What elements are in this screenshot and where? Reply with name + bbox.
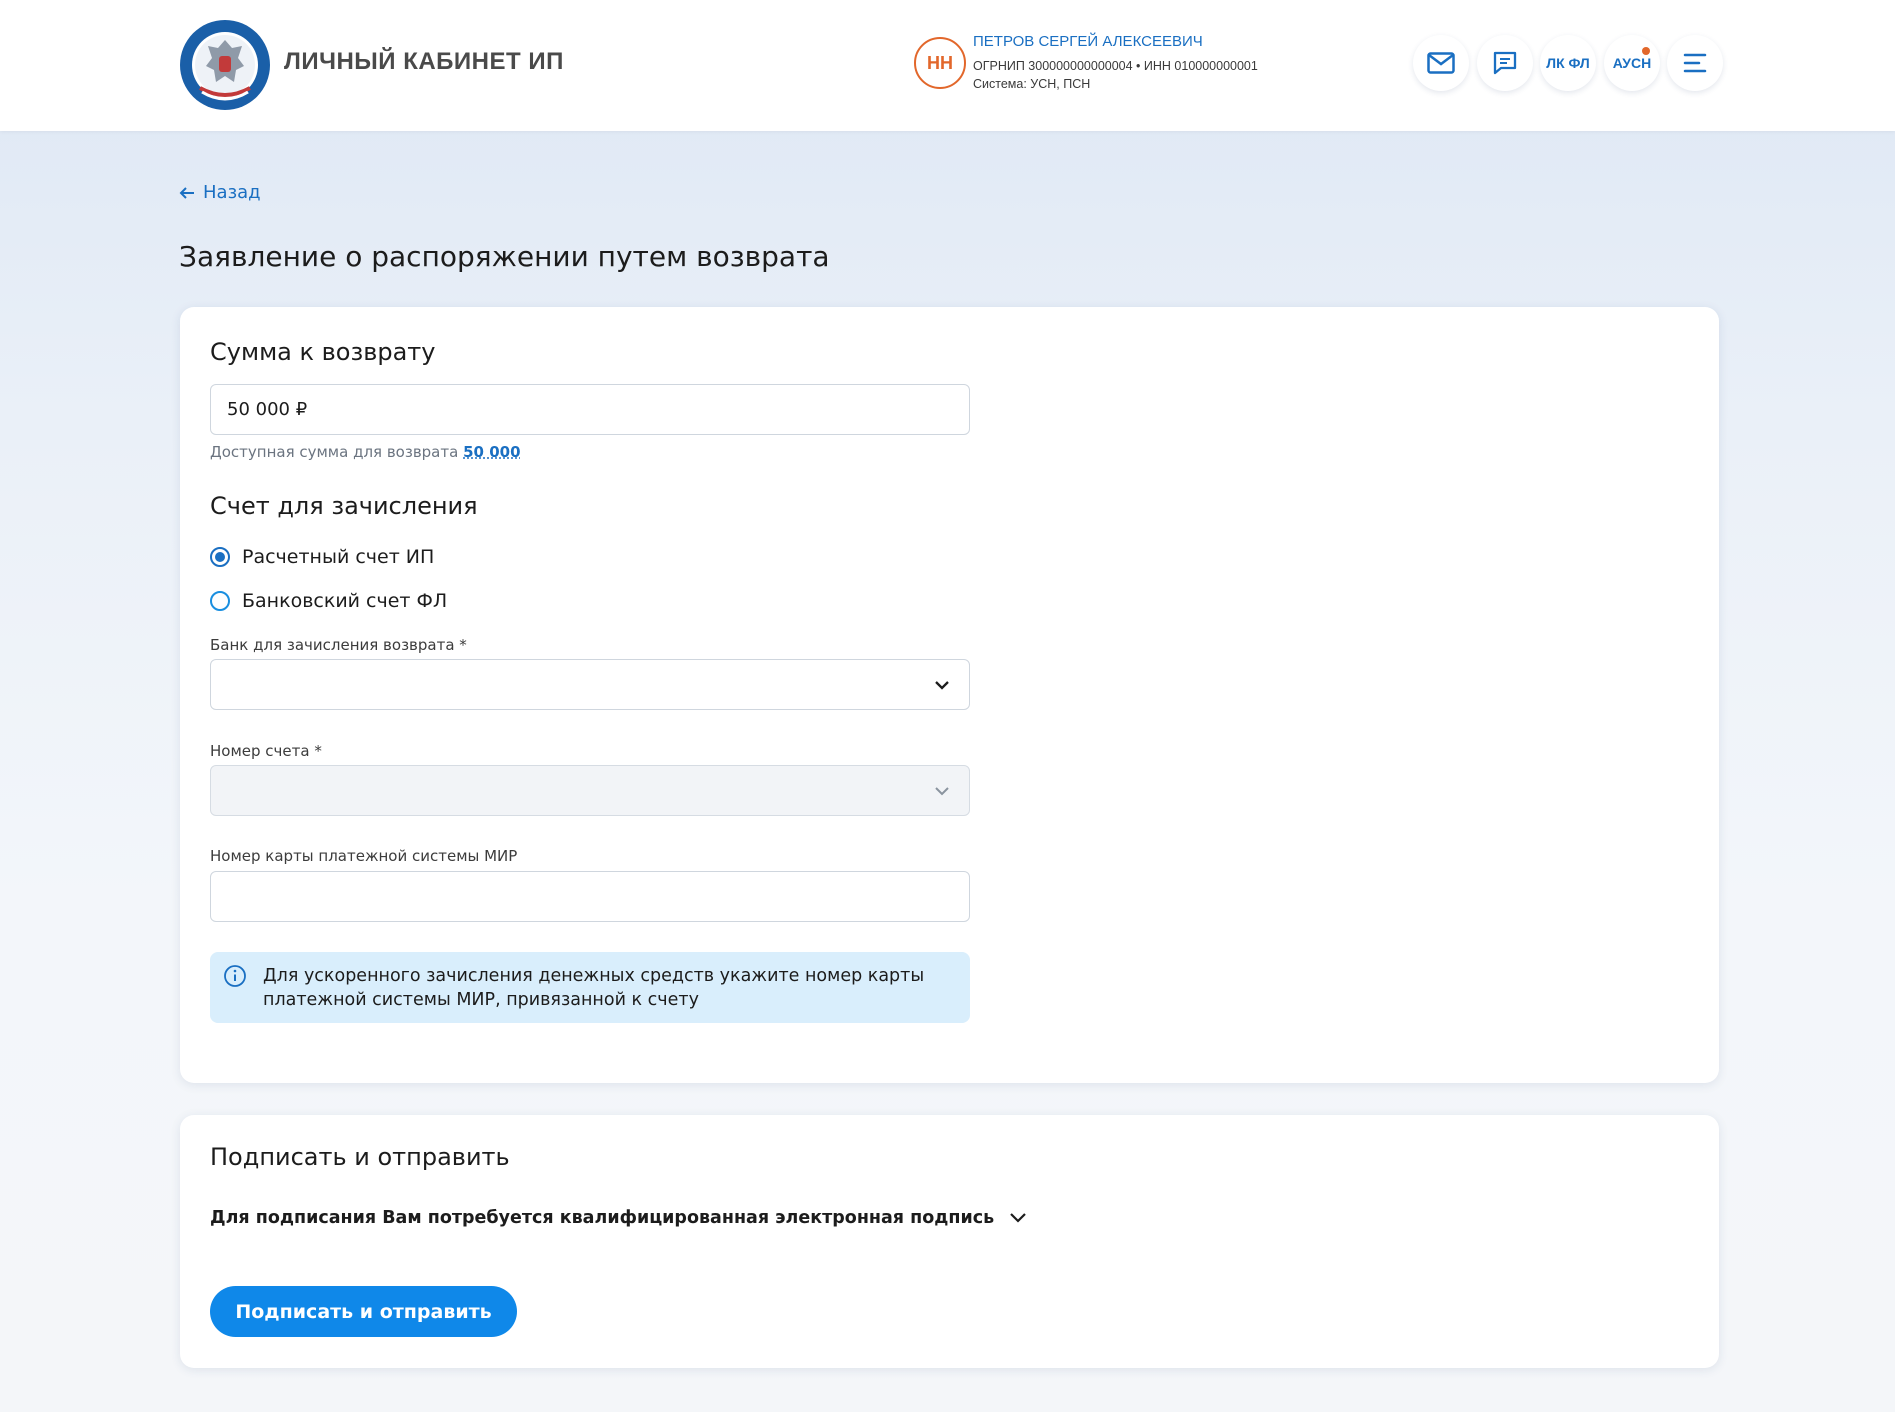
account-section-title: Счет для зачисления (210, 492, 478, 520)
info-notice: Для ускоренного зачисления денежных сред… (210, 952, 970, 1023)
back-link[interactable]: Назад (179, 182, 261, 203)
account-number-select[interactable] (210, 765, 970, 816)
refund-amount-input[interactable]: 50 000 ₽ (210, 384, 970, 435)
chevron-down-icon (1010, 1213, 1026, 1223)
signature-requirement-text: Для подписания Вам потребуется квалифици… (210, 1208, 995, 1228)
refund-amount-value: 50 000 ₽ (227, 399, 308, 420)
page-title: Заявление о распоряжении путем возврата (179, 240, 830, 273)
user-ids: ОГРНИП 300000000000004 • ИНН 01000000000… (973, 59, 1258, 73)
radio-option-fl-account[interactable]: Банковский счет ФЛ (210, 590, 447, 612)
sign-card: Подписать и отправить Для подписания Вам… (180, 1115, 1719, 1368)
back-label: Назад (203, 182, 261, 203)
info-icon (224, 965, 246, 987)
available-amount-label: Доступная сумма для возврата (210, 443, 459, 461)
user-system: Система: УСН, ПСН (973, 77, 1091, 91)
avatar[interactable]: НН (914, 37, 966, 89)
mail-icon (1427, 52, 1455, 74)
radio-option-ip-account[interactable]: Расчетный счет ИП (210, 546, 434, 568)
radio-unchecked-icon (210, 591, 230, 611)
user-name[interactable]: ПЕТРОВ СЕРГЕЙ АЛЕКСЕЕВИЧ (973, 33, 1203, 50)
bank-label: Банк для зачисления возврата * (210, 636, 467, 654)
chat-icon (1493, 51, 1517, 75)
mir-card-input[interactable] (210, 871, 970, 922)
refund-form-card: Сумма к возврату 50 000 ₽ Доступная сумм… (180, 307, 1719, 1083)
account-number-label: Номер счета * (210, 742, 322, 760)
fns-logo[interactable] (178, 18, 272, 112)
chat-button[interactable] (1477, 35, 1533, 91)
mail-button[interactable] (1413, 35, 1469, 91)
radio-label: Банковский счет ФЛ (242, 590, 448, 612)
bank-select[interactable] (210, 659, 970, 710)
signature-requirement-toggle[interactable]: Для подписания Вам потребуется квалифици… (210, 1208, 1028, 1228)
arrow-left-icon (179, 186, 194, 199)
menu-icon (1683, 53, 1707, 73)
available-amount-hint: Доступная сумма для возврата 50 000 (210, 443, 521, 461)
ausn-button[interactable]: АУСН (1604, 35, 1660, 91)
radio-checked-icon (210, 547, 230, 567)
radio-label: Расчетный счет ИП (242, 546, 435, 568)
sign-section-title: Подписать и отправить (210, 1143, 510, 1171)
lk-fl-button[interactable]: ЛК ФЛ (1540, 35, 1596, 91)
chevron-down-icon (935, 787, 949, 796)
refund-amount-title: Сумма к возврату (210, 338, 436, 366)
chevron-down-icon (935, 681, 949, 690)
notification-dot (1642, 47, 1650, 55)
sign-and-send-button[interactable]: Подписать и отправить (210, 1286, 517, 1337)
ausn-label: АУСН (1612, 55, 1652, 71)
menu-button[interactable] (1667, 35, 1723, 91)
available-amount-link[interactable]: 50 000 (463, 443, 520, 461)
info-text: Для ускоренного зачисления денежных сред… (263, 966, 925, 1010)
header: ЛИЧНЫЙ КАБИНЕТ ИП НН ПЕТРОВ СЕРГЕЙ АЛЕКС… (0, 0, 1895, 131)
mir-card-label: Номер карты платежной системы МИР (210, 847, 518, 865)
brand-title: ЛИЧНЫЙ КАБИНЕТ ИП (284, 48, 564, 75)
